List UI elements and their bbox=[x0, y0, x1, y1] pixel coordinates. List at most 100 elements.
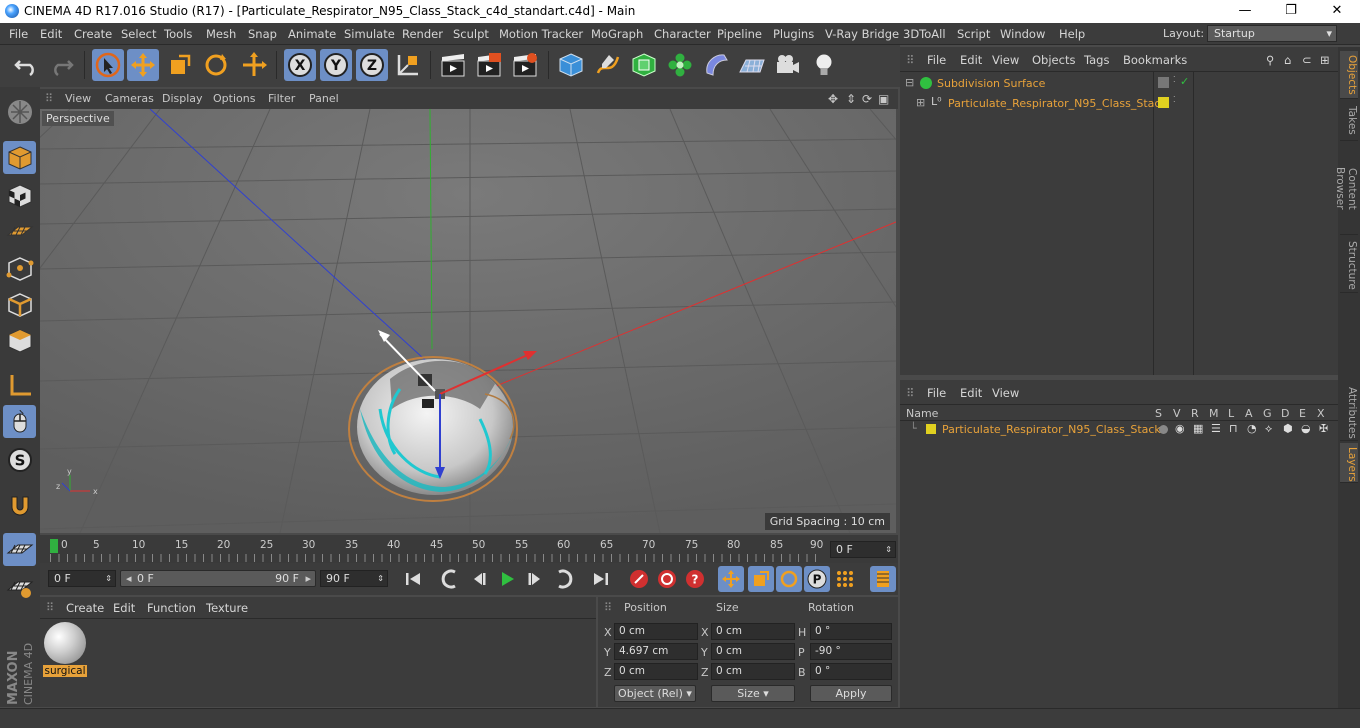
rot-h-field[interactable]: 0 ° bbox=[810, 623, 892, 640]
key-position-button[interactable] bbox=[718, 566, 744, 592]
tree-expand-icon[interactable]: ⊞ bbox=[916, 96, 925, 109]
move-button[interactable] bbox=[127, 49, 159, 81]
menu-vray-bridge[interactable]: V-Ray Bridge bbox=[825, 27, 899, 41]
tab-content-browser[interactable]: Content Browser bbox=[1334, 143, 1358, 235]
menu-motion-tracker[interactable]: Motion Tracker bbox=[499, 27, 583, 41]
menu-mograph[interactable]: MoGraph bbox=[591, 27, 643, 41]
cloner-button[interactable] bbox=[664, 49, 696, 81]
z-axis-lock-button[interactable]: Z bbox=[356, 49, 388, 81]
material-menu-create[interactable]: Create bbox=[66, 601, 104, 615]
redo-button[interactable] bbox=[46, 49, 78, 81]
layer-color-swatch[interactable] bbox=[1158, 97, 1169, 108]
tab-layers[interactable]: Layers bbox=[1340, 443, 1358, 483]
current-frame-field[interactable]: 0 F ⇕ bbox=[830, 541, 896, 558]
camera-button[interactable] bbox=[772, 49, 804, 81]
viewport-menu-panel[interactable]: Panel bbox=[309, 92, 339, 105]
render-settings-button[interactable] bbox=[509, 49, 541, 81]
edges-mode-button[interactable] bbox=[3, 288, 36, 321]
lock-icon[interactable]: ⊓ bbox=[1229, 422, 1238, 435]
menu-pipeline[interactable]: Pipeline bbox=[717, 27, 762, 41]
viewport-zoom-icon[interactable]: ⇕ bbox=[846, 92, 856, 106]
material-menu-function[interactable]: Function bbox=[147, 601, 196, 615]
tab-attributes[interactable]: Attributes bbox=[1340, 383, 1358, 441]
manager-icon[interactable]: ☰ bbox=[1211, 422, 1221, 435]
menu-tools[interactable]: Tools bbox=[164, 27, 192, 41]
live-selection-button[interactable] bbox=[92, 49, 124, 81]
layer-col-expressions[interactable]: E bbox=[1299, 407, 1306, 420]
previous-frame-button[interactable] bbox=[466, 566, 492, 592]
menu-file[interactable]: File bbox=[9, 27, 28, 41]
magnet-button[interactable] bbox=[3, 489, 36, 522]
layer-row[interactable]: └ Particulate_Respirator_N95_Class_Stack… bbox=[900, 421, 1338, 439]
key-pla-button[interactable] bbox=[832, 566, 858, 592]
menu-edit[interactable]: Edit bbox=[40, 27, 62, 41]
go-to-end-button[interactable] bbox=[588, 566, 614, 592]
material-swatch-surgical[interactable]: surgical bbox=[43, 622, 87, 677]
layer-col-animation[interactable]: A bbox=[1245, 407, 1253, 420]
timeline-ruler[interactable]: 0 5 10 15 20 25 30 35 40 45 50 55 60 65 … bbox=[40, 535, 898, 563]
tab-objects[interactable]: Objects bbox=[1340, 51, 1358, 99]
menu-sculpt[interactable]: Sculpt bbox=[453, 27, 489, 41]
start-frame-field[interactable]: 0 F ⇕ bbox=[48, 570, 116, 587]
generator-icon[interactable]: ⟡ bbox=[1265, 422, 1272, 436]
viewport-move-icon[interactable]: ✥ bbox=[828, 92, 838, 106]
menu-animate[interactable]: Animate bbox=[288, 27, 336, 41]
pos-x-field[interactable]: 0 cm bbox=[614, 623, 698, 640]
enabled-check-icon[interactable]: ✓ bbox=[1180, 75, 1189, 88]
key-rotation-button[interactable] bbox=[776, 566, 802, 592]
end-frame-field[interactable]: 90 F ⇕ bbox=[320, 570, 388, 587]
playhead[interactable] bbox=[50, 539, 58, 553]
render-clapper-icon[interactable]: ▦ bbox=[1193, 422, 1203, 435]
y-axis-lock-button[interactable]: Y bbox=[320, 49, 352, 81]
object-row-respirator[interactable]: ⊞ L⁰ Particulate_Respirator_N95_Class_St… bbox=[900, 94, 1338, 113]
pos-y-field[interactable]: 4.697 cm bbox=[614, 643, 698, 660]
viewport-3d[interactable]: y x z Perspective Grid Spacing : 10 cm bbox=[40, 109, 896, 533]
objects-menu-file[interactable]: File bbox=[927, 53, 946, 67]
size-y-field[interactable]: 0 cm bbox=[711, 643, 795, 660]
search-icon[interactable]: ⚲ bbox=[1266, 53, 1274, 67]
layer-col-render[interactable]: R bbox=[1191, 407, 1199, 420]
next-frame-button[interactable] bbox=[522, 566, 548, 592]
coordinate-system-button[interactable] bbox=[392, 49, 424, 81]
layer-color-swatch[interactable] bbox=[1158, 77, 1169, 88]
menu-snap[interactable]: Snap bbox=[248, 27, 277, 41]
model-mode-button[interactable] bbox=[3, 141, 36, 174]
menu-simulate[interactable]: Simulate bbox=[344, 27, 395, 41]
layer-col-deformers[interactable]: D bbox=[1281, 407, 1289, 420]
layer-col-xref[interactable]: X bbox=[1317, 407, 1325, 420]
polygons-mode-button[interactable] bbox=[3, 324, 36, 357]
objects-menu-bookmarks[interactable]: Bookmarks bbox=[1123, 53, 1187, 67]
key-scale-button[interactable] bbox=[748, 566, 774, 592]
frame-range-slider[interactable]: ◂ 0 F 90 F ▸ bbox=[120, 570, 316, 587]
menu-script[interactable]: Script bbox=[957, 27, 990, 41]
autokeying-button[interactable] bbox=[654, 566, 680, 592]
viewport-menu-view[interactable]: View bbox=[65, 92, 91, 105]
viewport-toggle-icon[interactable]: ▣ bbox=[878, 92, 889, 106]
coordinate-mode-dropdown[interactable]: Object (Rel) ▾ bbox=[614, 685, 696, 702]
new-window-icon[interactable]: ⊞ bbox=[1320, 53, 1330, 67]
close-button[interactable]: ✕ bbox=[1314, 0, 1360, 23]
object-row-subdivision-surface[interactable]: ⊟ Subdivision Surface ⁚ ✓ bbox=[900, 74, 1338, 93]
material-menu-edit[interactable]: Edit bbox=[113, 601, 135, 615]
size-mode-dropdown[interactable]: Size ▾ bbox=[711, 685, 795, 702]
next-key-button[interactable] bbox=[550, 566, 576, 592]
pen-spline-button[interactable] bbox=[592, 49, 624, 81]
locked-workplane-button[interactable] bbox=[3, 570, 36, 603]
render-view-button[interactable] bbox=[437, 49, 469, 81]
deformer-button[interactable] bbox=[700, 49, 732, 81]
menu-3dtoall[interactable]: 3DToAll bbox=[903, 27, 946, 41]
play-button[interactable] bbox=[494, 566, 520, 592]
rot-p-field[interactable]: -90 ° bbox=[810, 643, 892, 660]
rotate-button[interactable] bbox=[200, 49, 232, 81]
floor-button[interactable] bbox=[736, 49, 768, 81]
menu-mesh[interactable]: Mesh bbox=[206, 27, 236, 41]
layer-col-generators[interactable]: G bbox=[1263, 407, 1272, 420]
viewport-rotate-icon[interactable]: ⟳ bbox=[862, 92, 872, 106]
xref-icon[interactable]: ✠ bbox=[1319, 422, 1328, 435]
previous-key-button[interactable] bbox=[438, 566, 464, 592]
menu-character[interactable]: Character bbox=[654, 27, 711, 41]
layers-menu-view[interactable]: View bbox=[992, 386, 1019, 400]
objects-menu-edit[interactable]: Edit bbox=[960, 53, 982, 67]
record-keys-button[interactable] bbox=[626, 566, 652, 592]
animation-icon[interactable]: ◔ bbox=[1247, 422, 1257, 435]
